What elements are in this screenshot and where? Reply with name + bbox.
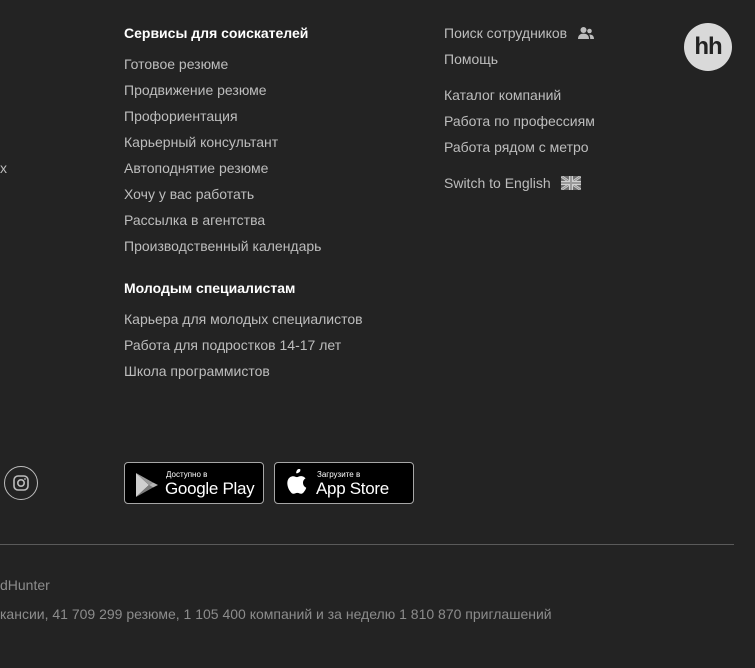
services-column: Сервисы для соискателей Готовое резюме П… xyxy=(124,25,424,389)
link-production-calendar[interactable]: Производственный календарь xyxy=(124,238,321,254)
link-programming-school[interactable]: Школа программистов xyxy=(124,363,270,379)
right-links-group-2: Каталог компаний Работа по профессиям Ра… xyxy=(444,87,684,165)
google-play-big-text: Google Play xyxy=(165,479,255,498)
app-store-small-text: Загрузите в xyxy=(317,470,361,479)
link-career-guidance[interactable]: Профориентация xyxy=(124,108,238,124)
link-career-consultant[interactable]: Карьерный консультант xyxy=(124,134,278,150)
site-stats-text: кансии, 41 709 299 резюме, 1 105 400 ком… xyxy=(0,606,552,622)
link-jobs-by-profession[interactable]: Работа по профессиям xyxy=(444,113,595,129)
services-links: Готовое резюме Продвижение резюме Профор… xyxy=(124,56,424,264)
link-jobs-near-metro[interactable]: Работа рядом с метро xyxy=(444,139,589,155)
app-store-big-text: App Store xyxy=(316,479,389,498)
link-agency-mailing[interactable]: Рассылка в агентства xyxy=(124,212,265,228)
link-teen-jobs[interactable]: Работа для подростков 14-17 лет xyxy=(124,337,341,353)
right-links-group-1: Поиск сотрудников Помощь xyxy=(444,25,684,77)
link-resume-autoraise[interactable]: Автоподнятие резюме xyxy=(124,160,268,176)
apple-icon xyxy=(287,469,307,494)
young-specialists-heading: Молодым специалистам xyxy=(124,280,296,296)
google-play-badge[interactable]: Доступно в Google Play xyxy=(124,462,264,504)
switch-to-english-label: Switch to English xyxy=(444,175,551,191)
link-want-to-work[interactable]: Хочу у вас работать xyxy=(124,186,254,202)
app-store-badge[interactable]: Загрузите в App Store xyxy=(274,462,414,504)
google-play-icon xyxy=(136,473,158,497)
uk-flag-icon xyxy=(560,176,581,190)
switch-to-english-link[interactable]: Switch to English xyxy=(444,175,581,191)
instagram-link[interactable] xyxy=(4,466,38,500)
hh-logo[interactable]: hh xyxy=(684,23,732,71)
link-ready-resume[interactable]: Готовое резюме xyxy=(124,56,228,72)
link-young-career[interactable]: Карьера для молодых специалистов xyxy=(124,311,363,327)
users-icon xyxy=(578,27,595,39)
right-column: Поиск сотрудников Помощь Каталог компани… xyxy=(444,25,684,201)
services-heading: Сервисы для соискателей xyxy=(124,25,309,41)
young-specialists-links: Карьера для молодых специалистов Работа … xyxy=(124,311,424,389)
google-play-small-text: Доступно в xyxy=(166,470,208,479)
instagram-icon xyxy=(13,475,29,491)
link-company-catalog[interactable]: Каталог компаний xyxy=(444,87,561,103)
link-help[interactable]: Помощь xyxy=(444,51,498,67)
copyright-text: dHunter xyxy=(0,577,50,593)
left-column-fragment[interactable]: х xyxy=(0,160,7,176)
link-employee-search[interactable]: Поиск сотрудников xyxy=(444,25,595,41)
link-employee-search-label: Поиск сотрудников xyxy=(444,25,568,41)
link-resume-promotion[interactable]: Продвижение резюме xyxy=(124,82,267,98)
language-switch: Switch to English xyxy=(444,175,684,201)
footer-divider xyxy=(0,544,734,545)
